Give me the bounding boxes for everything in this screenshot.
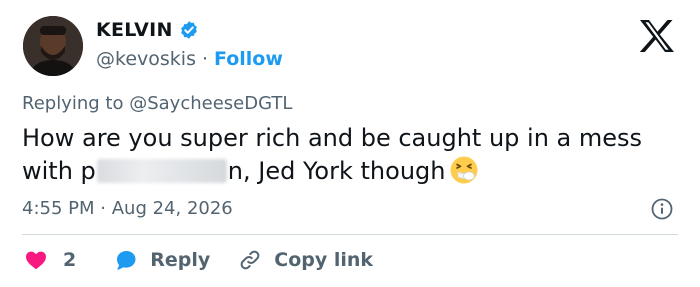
verified-badge-icon: [180, 21, 197, 39]
replying-to-prefix: Replying to: [22, 93, 124, 114]
avatar[interactable]: [23, 16, 83, 76]
blurred-redaction: [96, 159, 227, 183]
tweet-text-part2: n, Jed York though: [227, 157, 446, 185]
reply-mention-link[interactable]: @SaycheeseDGTL: [129, 93, 292, 114]
tweet-text: How are you super rich and be caught up …: [22, 122, 662, 188]
like-count: 2: [63, 249, 77, 271]
follow-button[interactable]: Follow: [214, 48, 283, 70]
author-handle-row: @kevoskis · Follow: [96, 48, 283, 70]
author-name-row: KELVIN: [96, 19, 199, 41]
author-name[interactable]: KELVIN: [96, 19, 173, 41]
timestamp-separator: ·: [100, 198, 106, 219]
sneezing-face-emoji: [450, 156, 478, 184]
replying-to-line: Replying to @SaycheeseDGTL: [22, 93, 292, 114]
author-handle[interactable]: @kevoskis: [96, 48, 196, 70]
action-bar: 2 Reply Copy link: [24, 248, 373, 272]
heart-icon: [26, 251, 46, 270]
reply-bubble-icon: [117, 251, 136, 270]
info-icon[interactable]: [650, 197, 674, 221]
tweet-date: Aug 24, 2026: [111, 198, 233, 219]
tweet-time: 4:55 PM: [22, 198, 95, 219]
tweet-timestamp[interactable]: 4:55 PM · Aug 24, 2026: [22, 198, 233, 219]
like-button[interactable]: 2: [24, 248, 76, 272]
reply-label: Reply: [150, 249, 211, 271]
reply-button[interactable]: Reply: [114, 248, 210, 272]
divider: [22, 234, 678, 235]
x-logo-icon[interactable]: [638, 19, 676, 53]
link-icon: [240, 250, 260, 270]
copy-link-button[interactable]: Copy link: [238, 248, 373, 272]
copy-link-label: Copy link: [274, 249, 374, 271]
separator-dot: ·: [201, 48, 209, 70]
